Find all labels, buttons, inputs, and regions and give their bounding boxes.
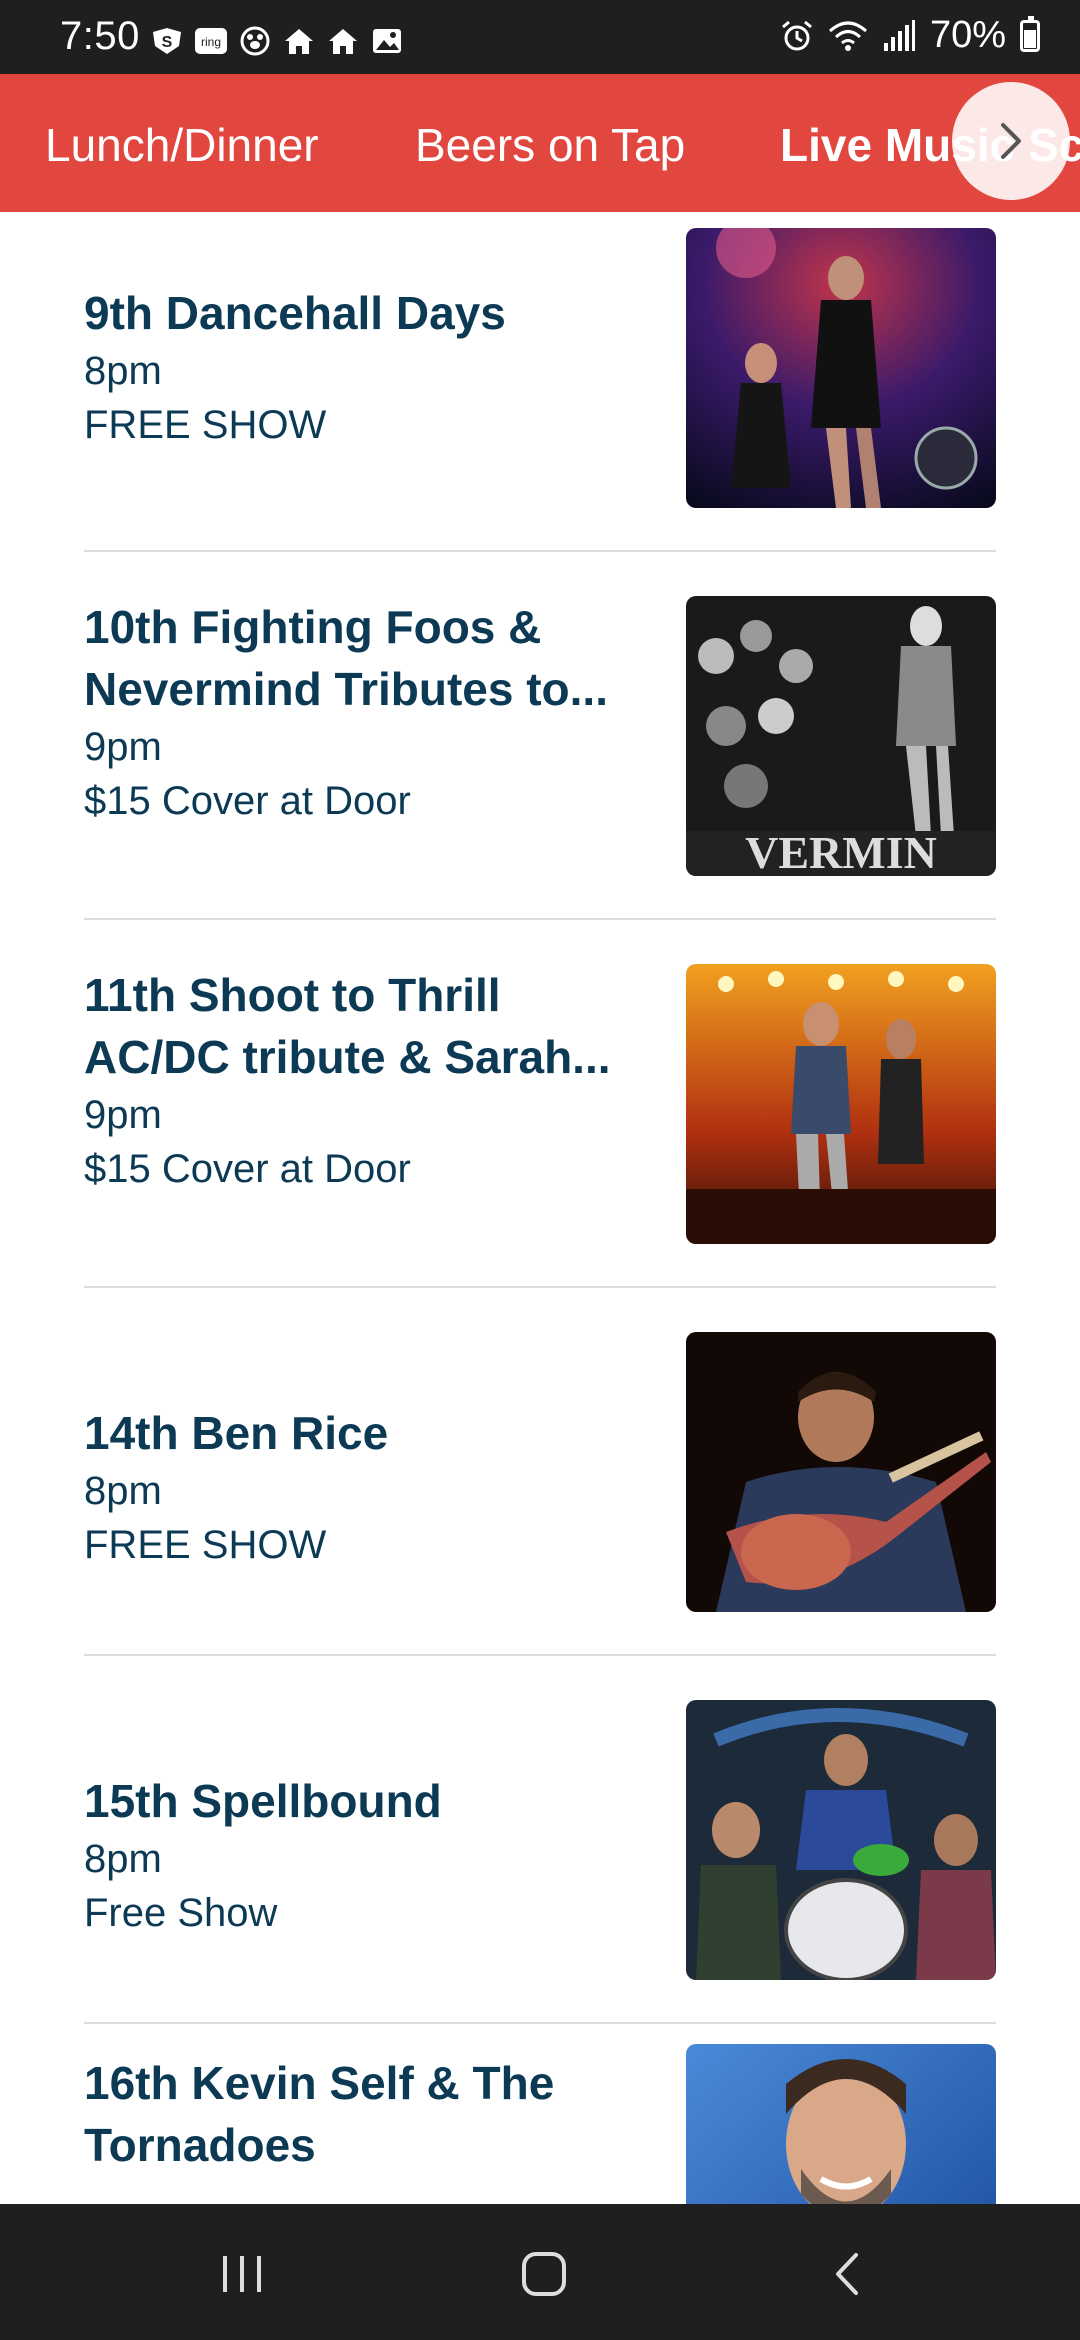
tab-beers-on-tap[interactable]: Beers on Tap xyxy=(415,118,685,172)
guitarist-photo xyxy=(686,1332,996,1612)
divider xyxy=(84,1286,996,1288)
image-icon xyxy=(373,29,401,53)
event-price: Free Show xyxy=(84,1891,278,1935)
event-item[interactable]: 14th Ben Rice 8pm FREE SHOW xyxy=(84,1316,996,1684)
notification-icons: S ring xyxy=(150,26,404,56)
event-text: 15th Spellbound 8pm Free Show xyxy=(84,1770,644,1940)
event-photo xyxy=(686,228,996,508)
event-text: 10th Fighting Foos & Nevermind Tributes … xyxy=(84,596,644,828)
category-tab-bar: Lunch/Dinner Beers on Tap Live Music Sch xyxy=(0,74,1080,212)
event-text: 11th Shoot to Thrill AC/DC tribute & Sar… xyxy=(84,964,644,1196)
event-item[interactable]: 10th Fighting Foos & Nevermind Tributes … xyxy=(84,580,996,948)
rock-band-stage-photo xyxy=(686,964,996,1244)
event-text: 9th Dancehall Days 8pm FREE SHOW xyxy=(84,282,644,452)
tab-lunch-dinner[interactable]: Lunch/Dinner xyxy=(45,118,319,172)
back-button[interactable] xyxy=(808,2244,888,2304)
event-time: 9pm xyxy=(84,725,162,769)
event-item[interactable]: 15th Spellbound 8pm Free Show xyxy=(84,1684,996,2052)
wifi-icon xyxy=(828,21,867,51)
event-photo xyxy=(686,964,996,1244)
band-crowd-photo: VERMIN xyxy=(686,596,996,876)
event-price: $15 Cover at Door xyxy=(84,1147,411,1191)
svg-text:S: S xyxy=(162,34,173,51)
event-item[interactable]: 9th Dancehall Days 8pm FREE SHOW xyxy=(84,212,996,580)
event-time: 8pm xyxy=(84,1469,162,1513)
divider xyxy=(84,918,996,920)
event-text: 14th Ben Rice 8pm FREE SHOW xyxy=(84,1402,644,1572)
recent-apps-icon xyxy=(223,2256,261,2292)
event-price: $15 Cover at Door xyxy=(84,779,411,823)
chevron-right-icon xyxy=(1001,123,1021,159)
event-photo: VERMIN xyxy=(686,596,996,876)
home-icon xyxy=(522,2252,566,2296)
event-price: FREE SHOW xyxy=(84,403,327,447)
status-right: 70% xyxy=(780,14,1040,57)
event-title: 15th Spellbound xyxy=(84,1775,442,1827)
event-item[interactable]: 11th Shoot to Thrill AC/DC tribute & Sar… xyxy=(84,948,996,1316)
event-item[interactable]: 16th Kevin Self & The Tornadoes xyxy=(84,2044,996,2204)
back-icon xyxy=(836,2253,858,2295)
singers-on-stage-photo xyxy=(686,228,996,508)
home-icon xyxy=(329,29,357,54)
status-bar: 7:50 S ring 70% xyxy=(0,0,1080,74)
event-price: FREE SHOW xyxy=(84,1523,327,1567)
band-with-drums-photo xyxy=(686,1700,996,1980)
event-title: 9th Dancehall Days xyxy=(84,287,506,339)
event-title: 14th Ben Rice xyxy=(84,1407,389,1459)
svg-text:ring: ring xyxy=(201,35,221,49)
home-button[interactable] xyxy=(504,2244,584,2304)
event-title: 16th Kevin Self & The Tornadoes xyxy=(84,2057,555,2171)
battery-percent: 70% xyxy=(929,14,1006,56)
event-photo xyxy=(686,2044,996,2204)
event-photo xyxy=(686,1700,996,1980)
ring-icon: ring xyxy=(195,28,227,54)
divider xyxy=(84,2022,996,2024)
event-title: 11th Shoot to Thrill AC/DC tribute & Sar… xyxy=(84,969,611,1083)
recent-apps-button[interactable] xyxy=(202,2244,282,2304)
smiling-man-photo xyxy=(686,2044,996,2204)
system-nav-bar xyxy=(0,2204,1080,2340)
event-time: 9pm xyxy=(84,1093,162,1137)
event-list: 9th Dancehall Days 8pm FREE SHOW 10th Fi… xyxy=(0,212,1080,2204)
tabs-scroll-right-button[interactable] xyxy=(952,82,1070,200)
status-time: 7:50 xyxy=(60,14,140,58)
divider xyxy=(84,550,996,552)
divider xyxy=(84,1654,996,1656)
event-photo xyxy=(686,1332,996,1612)
paw-icon xyxy=(240,26,270,56)
battery-icon xyxy=(1020,15,1040,52)
alarm-icon xyxy=(781,20,812,50)
event-title: 10th Fighting Foos & Nevermind Tributes … xyxy=(84,601,608,715)
event-time: 8pm xyxy=(84,1837,162,1881)
event-time: 8pm xyxy=(84,349,162,393)
signal-icon xyxy=(883,19,915,51)
photo-caption: VERMIN xyxy=(745,827,937,876)
home-icon xyxy=(285,29,313,54)
event-text: 16th Kevin Self & The Tornadoes xyxy=(84,2052,644,2176)
s-shield-icon: S xyxy=(153,28,181,54)
